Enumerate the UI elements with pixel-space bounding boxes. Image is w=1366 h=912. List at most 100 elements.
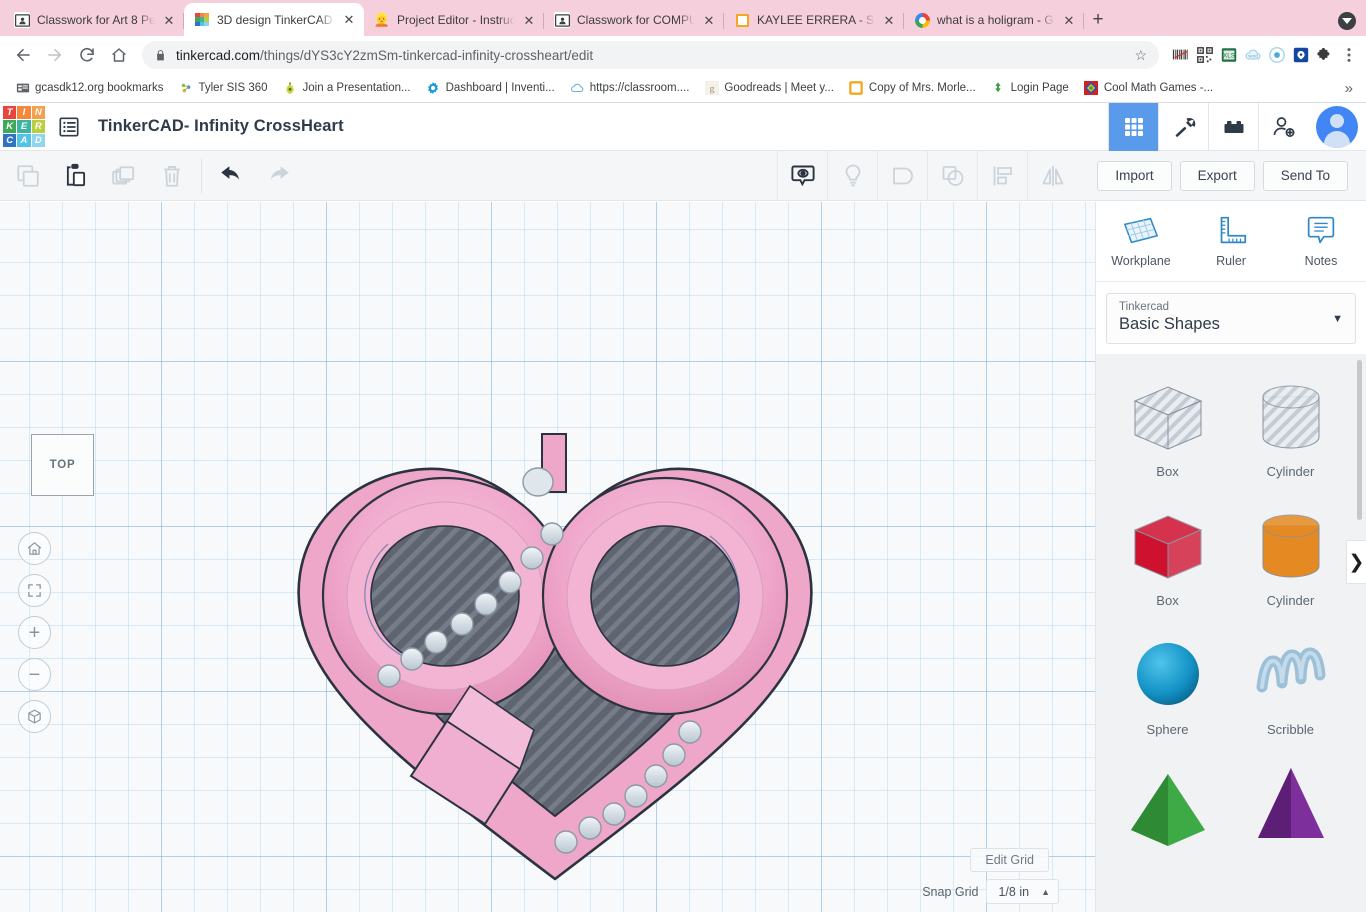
infinity-crossheart-model[interactable] xyxy=(270,424,840,894)
avatar[interactable] xyxy=(1308,103,1366,151)
view-cube[interactable]: TOP xyxy=(31,434,94,496)
ruler-tool[interactable]: Ruler xyxy=(1186,208,1276,281)
blue-badge-icon[interactable] xyxy=(1291,46,1310,65)
bookmark-item[interactable]: Login Page xyxy=(985,78,1075,99)
browser-tab-3[interactable]: 👱 Project Editor - Instructa ✕ xyxy=(364,4,544,36)
address-bar[interactable]: tinkercad.com/things/dYS3cY2zmSm-tinkerc… xyxy=(142,41,1159,69)
browser-tab-1[interactable]: Classwork for Art 8 Peri ✕ xyxy=(4,4,184,36)
grid-view-icon[interactable] xyxy=(1108,102,1158,151)
notes-tool[interactable]: Notes xyxy=(1276,208,1366,281)
tab-close-icon[interactable]: ✕ xyxy=(702,14,716,27)
word-cloud-icon[interactable]: word xyxy=(1243,46,1262,65)
reload-button[interactable] xyxy=(72,40,102,70)
duplicate-icon[interactable] xyxy=(100,151,148,201)
zoom-out-icon[interactable]: − xyxy=(18,658,51,691)
bookmarks-overflow-button[interactable]: » xyxy=(1341,80,1357,97)
svg-text:word: word xyxy=(1248,54,1258,59)
workplane-tool[interactable]: Workplane xyxy=(1096,208,1186,281)
roof-icon xyxy=(1120,759,1216,847)
light-bulb-icon[interactable] xyxy=(827,150,877,201)
tab-close-icon[interactable]: ✕ xyxy=(162,14,176,27)
shape-item-roof[interactable] xyxy=(1106,749,1229,857)
bookmark-item[interactable]: Dashboard | Inventi... xyxy=(420,78,561,99)
pickaxe-icon[interactable] xyxy=(1158,102,1208,151)
brick-block-icon[interactable] xyxy=(1208,102,1258,151)
align-icon[interactable] xyxy=(977,150,1027,201)
designs-list-button[interactable] xyxy=(48,103,90,151)
shapes-scrollbar[interactable] xyxy=(1357,360,1362,520)
logo-tile-t: T xyxy=(3,105,17,119)
green-arrow-icon xyxy=(991,81,1006,96)
browser-tab-5[interactable]: KAYLEE ERRERA - STEM ✕ xyxy=(724,4,904,36)
extension-icons: XLS word xyxy=(1167,46,1358,65)
browser-tab-2-active[interactable]: 3D design TinkerCAD- In ✕ xyxy=(184,3,364,36)
shape-item-cylinder-1[interactable]: Cylinder xyxy=(1229,362,1352,485)
tab-close-icon[interactable]: ✕ xyxy=(342,13,356,26)
undo-icon[interactable] xyxy=(207,151,255,201)
bookmark-item[interactable]: g Goodreads | Meet y... xyxy=(698,78,840,99)
shape-item-box-2[interactable]: Box xyxy=(1106,491,1229,614)
shape-item-cone[interactable] xyxy=(1229,749,1352,857)
bookmark-star-icon[interactable]: ☆ xyxy=(1134,47,1147,64)
excel-green-icon[interactable]: XLS xyxy=(1219,46,1238,65)
ortho-perspective-icon[interactable] xyxy=(18,700,51,733)
logo-tile-a: A xyxy=(17,134,31,148)
home-button[interactable] xyxy=(104,40,134,70)
browser-tab-6[interactable]: what is a holigram - Go ✕ xyxy=(904,4,1084,36)
browser-tab-4[interactable]: Classwork for COMPUT ✕ xyxy=(544,4,724,36)
bookmark-item[interactable]: https://classroom.... xyxy=(564,78,696,99)
tab-close-icon[interactable]: ✕ xyxy=(522,14,536,27)
bookmark-item[interactable]: Cool Math Games -... xyxy=(1078,78,1219,99)
panel-collapse-button[interactable]: ❯ xyxy=(1346,540,1366,584)
shape-item-sphere-4[interactable]: Sphere xyxy=(1106,620,1229,743)
delete-trash-icon[interactable] xyxy=(148,151,196,201)
redo-icon[interactable] xyxy=(255,151,303,201)
send-to-button[interactable]: Send To xyxy=(1262,160,1348,191)
bookmark-item[interactable]: Join a Presentation... xyxy=(277,78,417,99)
chrome-menu-icon[interactable] xyxy=(1339,46,1358,65)
add-person-icon[interactable] xyxy=(1258,102,1308,151)
shape-library-select[interactable]: Tinkercad Basic Shapes ▼ xyxy=(1106,293,1356,344)
shape-item-box-0[interactable]: Box xyxy=(1106,362,1229,485)
copy-icon[interactable] xyxy=(4,151,52,201)
instructables-icon: 👱 xyxy=(374,12,390,27)
tab-close-icon[interactable]: ✕ xyxy=(882,14,896,27)
fit-to-view-icon[interactable] xyxy=(18,574,51,607)
tinkercad-logo[interactable]: TINKERCAD xyxy=(0,103,48,151)
export-button[interactable]: Export xyxy=(1179,160,1255,191)
tab-close-icon[interactable]: ✕ xyxy=(1062,14,1076,27)
mirror-flip-icon[interactable] xyxy=(1027,150,1077,201)
barcode-icon[interactable] xyxy=(1171,46,1190,65)
ungroup-shapes-icon[interactable] xyxy=(927,150,977,201)
shape-item-cylinder-3[interactable]: Cylinder xyxy=(1229,491,1352,614)
scribble-icon xyxy=(1243,630,1339,718)
3d-workplane-canvas[interactable]: TOP + − Edit Grid Snap Grid 1/8 in ▲ xyxy=(0,202,1095,912)
bookmark-item[interactable]: gcasdk12.org bookmarks xyxy=(9,78,169,99)
show-hide-eye-icon[interactable] xyxy=(777,150,827,201)
forward-button[interactable] xyxy=(40,40,70,70)
group-shapes-icon[interactable] xyxy=(877,150,927,201)
shapes-list[interactable]: Box Cylinder Box Cylinder Sphere Scribble xyxy=(1096,354,1366,912)
new-tab-button[interactable]: + xyxy=(1084,6,1112,34)
puzzle-extension-icon[interactable] xyxy=(1315,46,1334,65)
bookmark-item[interactable]: Copy of Mrs. Morle... xyxy=(843,78,982,99)
target-circle-icon[interactable] xyxy=(1267,46,1286,65)
logo-tile-r: R xyxy=(31,119,45,134)
shape-label: Cylinder xyxy=(1266,464,1315,479)
import-button[interactable]: Import xyxy=(1097,160,1172,191)
library-value: Basic Shapes xyxy=(1119,315,1220,333)
app-header: TINKERCAD TinkerCAD- Infinity CrossHeart xyxy=(0,102,1366,151)
shape-item-scribble-5[interactable]: Scribble xyxy=(1229,620,1352,743)
zoom-in-icon[interactable]: + xyxy=(18,616,51,649)
edit-grid-button[interactable]: Edit Grid xyxy=(970,848,1049,872)
back-button[interactable] xyxy=(8,40,38,70)
snap-grid-select[interactable]: 1/8 in ▲ xyxy=(986,879,1059,904)
shape-label: Box xyxy=(1156,464,1179,479)
notes-label: Notes xyxy=(1304,254,1338,268)
tab-separator xyxy=(1083,13,1084,29)
home-view-icon[interactable] xyxy=(18,532,51,565)
profile-chip-icon[interactable] xyxy=(1338,12,1356,30)
paste-icon[interactable] xyxy=(52,151,100,201)
bookmark-item[interactable]: Tyler SIS 360 xyxy=(172,78,273,99)
qr-code-icon[interactable] xyxy=(1195,46,1214,65)
